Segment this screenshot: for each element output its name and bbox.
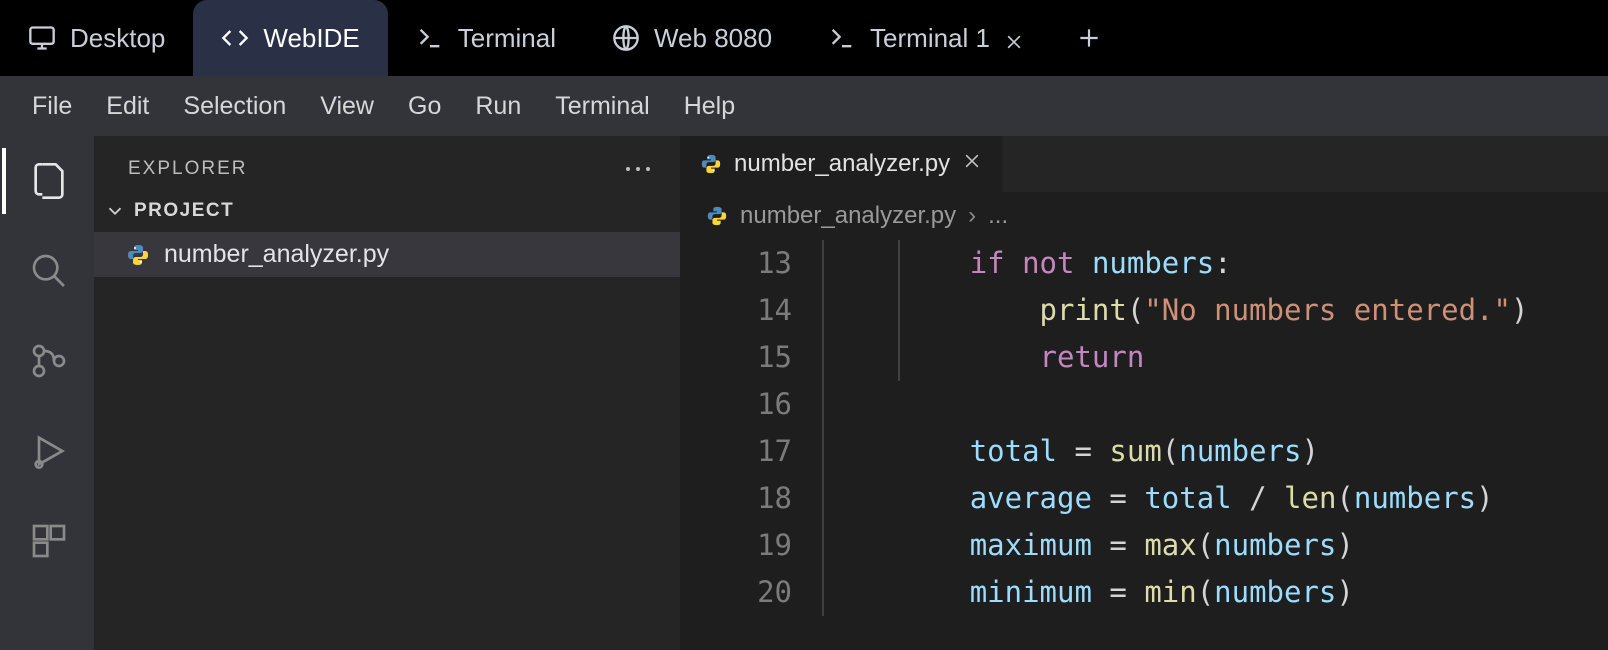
menubar: File Edit Selection View Go Run Terminal… xyxy=(0,76,1608,136)
line-number: 16 xyxy=(680,381,792,428)
line-number: 18 xyxy=(680,475,792,522)
breadcrumb-file: number_analyzer.py xyxy=(740,202,956,230)
activity-search[interactable] xyxy=(22,244,76,298)
editor-tab-label: number_analyzer.py xyxy=(734,150,950,178)
app-tab-web8080[interactable]: Web 8080 xyxy=(584,0,800,76)
file-tree: number_analyzer.py xyxy=(94,232,680,277)
menu-view[interactable]: View xyxy=(320,92,374,121)
globe-icon xyxy=(612,24,640,52)
menu-help[interactable]: Help xyxy=(684,92,735,121)
chevron-right-icon: › xyxy=(968,202,976,230)
activity-bar xyxy=(0,136,94,650)
close-icon[interactable] xyxy=(962,150,982,178)
app-tab-desktop[interactable]: Desktop xyxy=(0,0,193,76)
app-tab-terminal[interactable]: Terminal xyxy=(388,0,584,76)
code-line[interactable]: return xyxy=(830,334,1528,381)
code-line[interactable]: minimum = min(numbers) xyxy=(830,569,1528,616)
line-number: 20 xyxy=(680,569,792,616)
prompt-icon xyxy=(828,24,856,52)
project-section-label: PROJECT xyxy=(134,200,234,222)
prompt-icon xyxy=(416,24,444,52)
menu-run[interactable]: Run xyxy=(475,92,521,121)
code-icon xyxy=(221,24,249,52)
code-line[interactable]: maximum = max(numbers) xyxy=(830,522,1528,569)
activity-source-control[interactable] xyxy=(22,334,76,388)
line-number: 15 xyxy=(680,334,792,381)
python-icon xyxy=(706,205,728,227)
code-line[interactable]: print("No numbers entered.") xyxy=(830,287,1528,334)
file-tree-item[interactable]: number_analyzer.py xyxy=(94,232,680,277)
file-name: number_analyzer.py xyxy=(164,240,389,269)
line-number: 14 xyxy=(680,287,792,334)
code-line[interactable] xyxy=(830,381,1528,428)
line-number: 19 xyxy=(680,522,792,569)
menu-selection[interactable]: Selection xyxy=(183,92,286,121)
monitor-icon xyxy=(28,24,56,52)
line-number-gutter: 1314151617181920 xyxy=(680,240,820,616)
editor-tabstrip: number_analyzer.py xyxy=(680,136,1608,192)
more-icon[interactable] xyxy=(624,160,652,178)
sidebar-explorer: EXPLORER PROJECT number_analyzer.py xyxy=(94,136,680,650)
app-tab-webide[interactable]: WebIDE xyxy=(193,0,387,76)
close-icon[interactable] xyxy=(1004,28,1024,48)
code-line[interactable]: if not numbers: xyxy=(830,240,1528,287)
app-tab-label: Web 8080 xyxy=(654,23,772,54)
code-content[interactable]: if not numbers: print("No numbers entere… xyxy=(820,240,1528,616)
menu-edit[interactable]: Edit xyxy=(106,92,149,121)
python-icon xyxy=(126,243,150,267)
activity-run-debug[interactable] xyxy=(22,424,76,478)
code-line[interactable]: total = sum(numbers) xyxy=(830,428,1528,475)
activity-extensions[interactable] xyxy=(22,514,76,568)
menu-terminal[interactable]: Terminal xyxy=(555,92,649,121)
chevron-down-icon xyxy=(104,200,126,222)
indent-guide xyxy=(898,240,900,381)
code-editor[interactable]: 1314151617181920 if not numbers: print("… xyxy=(680,240,1608,616)
line-number: 13 xyxy=(680,240,792,287)
code-line[interactable]: average = total / len(numbers) xyxy=(830,475,1528,522)
breadcrumb[interactable]: number_analyzer.py › ... xyxy=(680,192,1608,240)
activity-explorer[interactable] xyxy=(22,154,76,208)
app-tab-label: Terminal xyxy=(458,23,556,54)
workbench: EXPLORER PROJECT number_analyzer.py xyxy=(0,136,1608,650)
indent-guide xyxy=(822,240,824,616)
python-icon xyxy=(700,153,722,175)
app-tab-label: WebIDE xyxy=(263,23,359,54)
menu-go[interactable]: Go xyxy=(408,92,441,121)
menu-file[interactable]: File xyxy=(32,92,72,121)
app-tab-label: Terminal 1 xyxy=(870,23,990,54)
breadcrumb-rest: ... xyxy=(988,202,1008,230)
editor-tab[interactable]: number_analyzer.py xyxy=(680,136,1002,192)
app-tab-label: Desktop xyxy=(70,23,165,54)
project-section-header[interactable]: PROJECT xyxy=(94,194,680,232)
new-tab-button[interactable] xyxy=(1052,0,1126,76)
sidebar-title: EXPLORER xyxy=(128,158,247,180)
editor-area: number_analyzer.py number_analyzer.py › … xyxy=(680,136,1608,650)
app-tab-terminal-1[interactable]: Terminal 1 xyxy=(800,0,1052,76)
line-number: 17 xyxy=(680,428,792,475)
app-tabstrip: Desktop WebIDE Terminal Web 8080 Termina… xyxy=(0,0,1608,76)
